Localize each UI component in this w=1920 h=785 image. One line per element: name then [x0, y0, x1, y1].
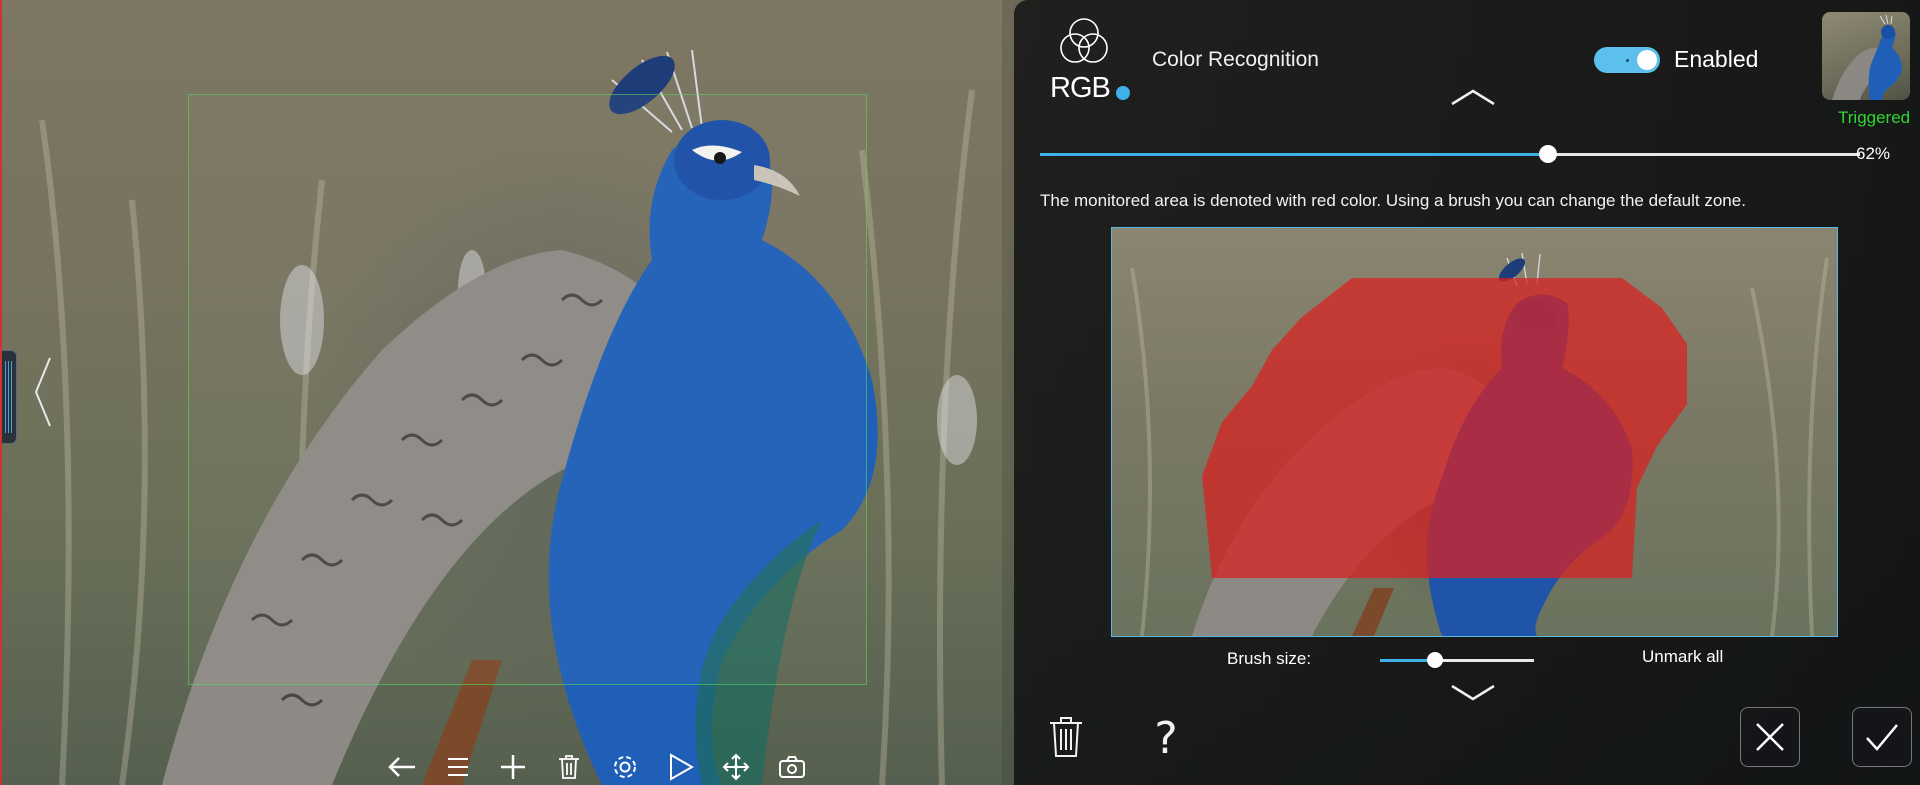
list-icon [447, 758, 468, 776]
list-button[interactable] [438, 747, 478, 785]
chevron-left-icon[interactable] [32, 354, 54, 430]
close-icon [1756, 723, 1784, 751]
enabled-toggle[interactable] [1594, 47, 1660, 73]
play-icon [669, 753, 694, 781]
clear-zone-button[interactable] [1044, 712, 1088, 762]
triggered-status: Triggered [1838, 108, 1911, 127]
zone-description: The monitored area is denoted with red c… [1040, 191, 1746, 210]
chevron-up-icon[interactable] [1450, 88, 1496, 106]
sensitivity-value: 62% [1856, 144, 1891, 163]
back-arrow-icon [388, 757, 415, 777]
roi-box[interactable] [188, 94, 867, 685]
add-button[interactable] [493, 747, 533, 785]
gear-icon [613, 756, 636, 778]
brush-size-slider-knob[interactable] [1427, 652, 1444, 668]
panel-title: Color Recognition [1152, 48, 1319, 71]
trash-icon [1050, 717, 1082, 757]
move-icon [722, 753, 750, 781]
logo-dot [1116, 86, 1130, 100]
sensitivity-slider-fill [1040, 153, 1549, 156]
move-button[interactable] [716, 747, 756, 785]
preview-thumbnail[interactable] [1822, 12, 1910, 100]
plus-icon [501, 755, 526, 779]
enabled-label: Enabled [1674, 46, 1759, 72]
brush-size-slider[interactable] [1380, 652, 1534, 668]
checkmark-icon [1866, 724, 1898, 751]
side-panel-handle[interactable] [2, 350, 17, 444]
logo-text: RGB [1050, 72, 1111, 104]
rgb-circles-icon [1060, 18, 1108, 63]
chevron-down-icon[interactable] [1450, 684, 1496, 702]
rgb-logo: RGB [1050, 16, 1130, 106]
delete-button[interactable] [549, 747, 589, 785]
camera-icon [778, 756, 805, 778]
help-button[interactable]: ? [1144, 712, 1188, 764]
back-button[interactable] [382, 747, 422, 785]
question-mark-icon: ? [1154, 712, 1178, 764]
confirm-button[interactable] [1852, 707, 1912, 767]
zone-editor-canvas[interactable] [1111, 227, 1838, 637]
cancel-button[interactable] [1740, 707, 1800, 767]
sensitivity-slider[interactable] [1040, 145, 1860, 163]
trash-icon [559, 755, 580, 779]
color-recognition-panel: RGB Color Recognition Enabled Triggered … [1014, 0, 1920, 785]
bottom-toolbar [382, 745, 812, 785]
settings-button[interactable] [605, 747, 645, 785]
sensitivity-slider-knob[interactable] [1539, 145, 1558, 163]
snapshot-button[interactable] [772, 747, 812, 785]
peacock-thumbnail-image [1832, 14, 1902, 100]
play-button[interactable] [661, 747, 701, 785]
unmark-all-button[interactable]: Unmark all [1642, 647, 1723, 667]
brush-size-label: Brush size: [1227, 649, 1312, 668]
